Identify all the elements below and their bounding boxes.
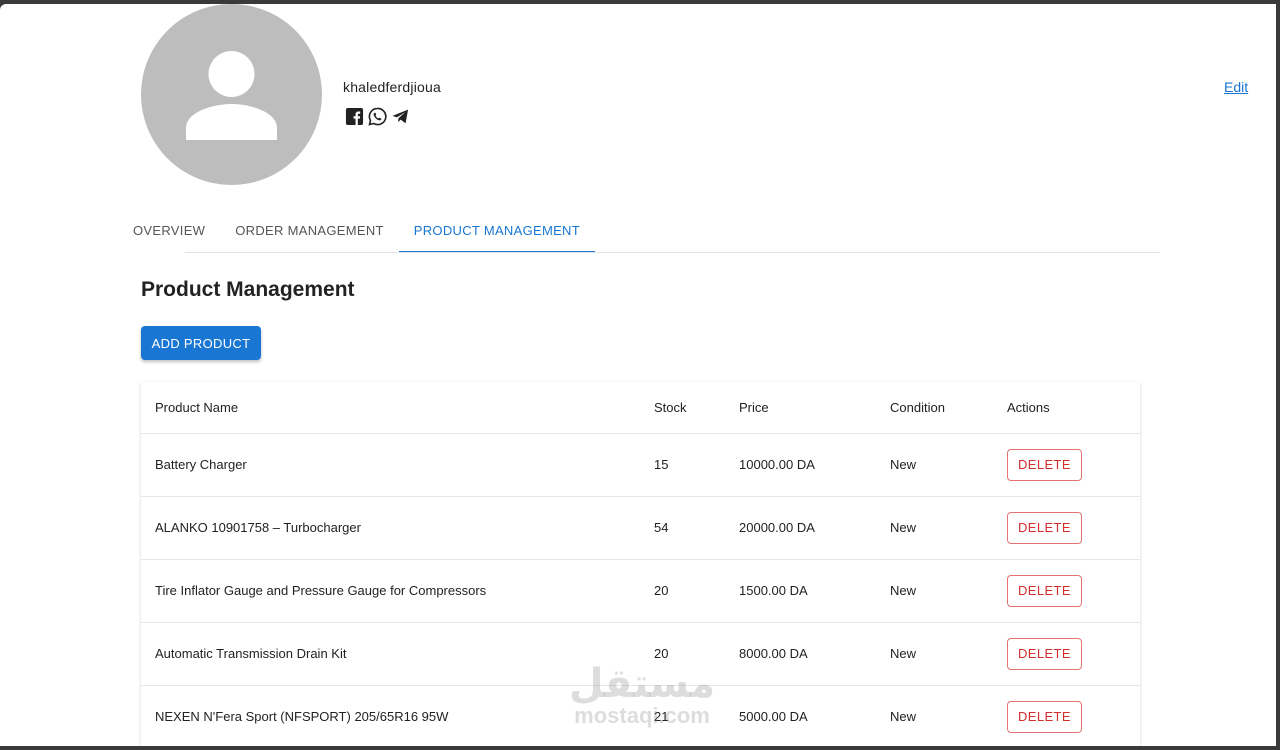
delete-button[interactable]: DELETE [1007, 574, 1082, 607]
tab-overview[interactable]: OVERVIEW [133, 209, 220, 253]
header-stock: Stock [640, 382, 725, 434]
products-table-container: Product Name Stock Price Condition Actio… [141, 382, 1140, 746]
table-row: ALANKO 10901758 – Turbocharger 54 20000.… [141, 496, 1140, 560]
delete-button[interactable]: DELETE [1007, 511, 1082, 544]
product-name: ALANKO 10901758 – Turbocharger [141, 496, 640, 560]
edit-profile-link[interactable]: Edit [1224, 79, 1248, 95]
tabs-divider [185, 252, 1160, 253]
product-actions: DELETE [993, 433, 1140, 497]
product-stock: 20 [640, 559, 725, 623]
product-stock: 15 [640, 433, 725, 497]
product-actions: DELETE [993, 496, 1140, 560]
profile-page: khaledferdjioua Edit OVERVIEW ORDER MANA… [0, 4, 1276, 746]
product-price: 10000.00 DA [725, 433, 876, 497]
product-actions: DELETE [993, 559, 1140, 623]
product-stock: 20 [640, 622, 725, 686]
tab-product-management[interactable]: PRODUCT MANAGEMENT [398, 209, 595, 253]
products-table: Product Name Stock Price Condition Actio… [141, 382, 1140, 746]
table-row: NEXEN N'Fera Sport (NFSPORT) 205/65R16 9… [141, 685, 1140, 746]
product-name: Automatic Transmission Drain Kit [141, 622, 640, 686]
avatar [141, 4, 322, 185]
delete-button[interactable]: DELETE [1007, 637, 1082, 670]
product-condition: New [876, 685, 993, 746]
delete-button[interactable]: DELETE [1007, 700, 1082, 733]
product-name: Battery Charger [141, 433, 640, 497]
tab-bar: OVERVIEW ORDER MANAGEMENT PRODUCT MANAGE… [133, 209, 595, 253]
product-name: Tire Inflator Gauge and Pressure Gauge f… [141, 559, 640, 623]
product-condition: New [876, 622, 993, 686]
facebook-icon[interactable] [345, 107, 364, 126]
section-title: Product Management [141, 278, 355, 301]
product-name: NEXEN N'Fera Sport (NFSPORT) 205/65R16 9… [141, 685, 640, 746]
product-price: 1500.00 DA [725, 559, 876, 623]
table-header-row: Product Name Stock Price Condition Actio… [141, 382, 1140, 434]
delete-button[interactable]: DELETE [1007, 448, 1082, 481]
header-actions: Actions [993, 382, 1140, 434]
add-product-button[interactable]: ADD PRODUCT [141, 326, 261, 360]
tab-order-management[interactable]: ORDER MANAGEMENT [220, 209, 399, 253]
whatsapp-icon[interactable] [368, 107, 387, 126]
table-row: Tire Inflator Gauge and Pressure Gauge f… [141, 559, 1140, 623]
header-product-name: Product Name [141, 382, 640, 434]
product-condition: New [876, 559, 993, 623]
header-price: Price [725, 382, 876, 434]
product-stock: 21 [640, 685, 725, 746]
product-stock: 54 [640, 496, 725, 560]
table-row: Battery Charger 15 10000.00 DA New DELET… [141, 433, 1140, 497]
product-price: 20000.00 DA [725, 496, 876, 560]
telegram-icon[interactable] [391, 107, 410, 126]
product-price: 8000.00 DA [725, 622, 876, 686]
product-price: 5000.00 DA [725, 685, 876, 746]
header-condition: Condition [876, 382, 993, 434]
username: khaledferdjioua [343, 79, 441, 95]
social-links [345, 107, 410, 126]
product-actions: DELETE [993, 622, 1140, 686]
user-silhouette-icon [186, 51, 277, 140]
table-row: Automatic Transmission Drain Kit 20 8000… [141, 622, 1140, 686]
product-condition: New [876, 433, 993, 497]
product-condition: New [876, 496, 993, 560]
product-actions: DELETE [993, 685, 1140, 746]
